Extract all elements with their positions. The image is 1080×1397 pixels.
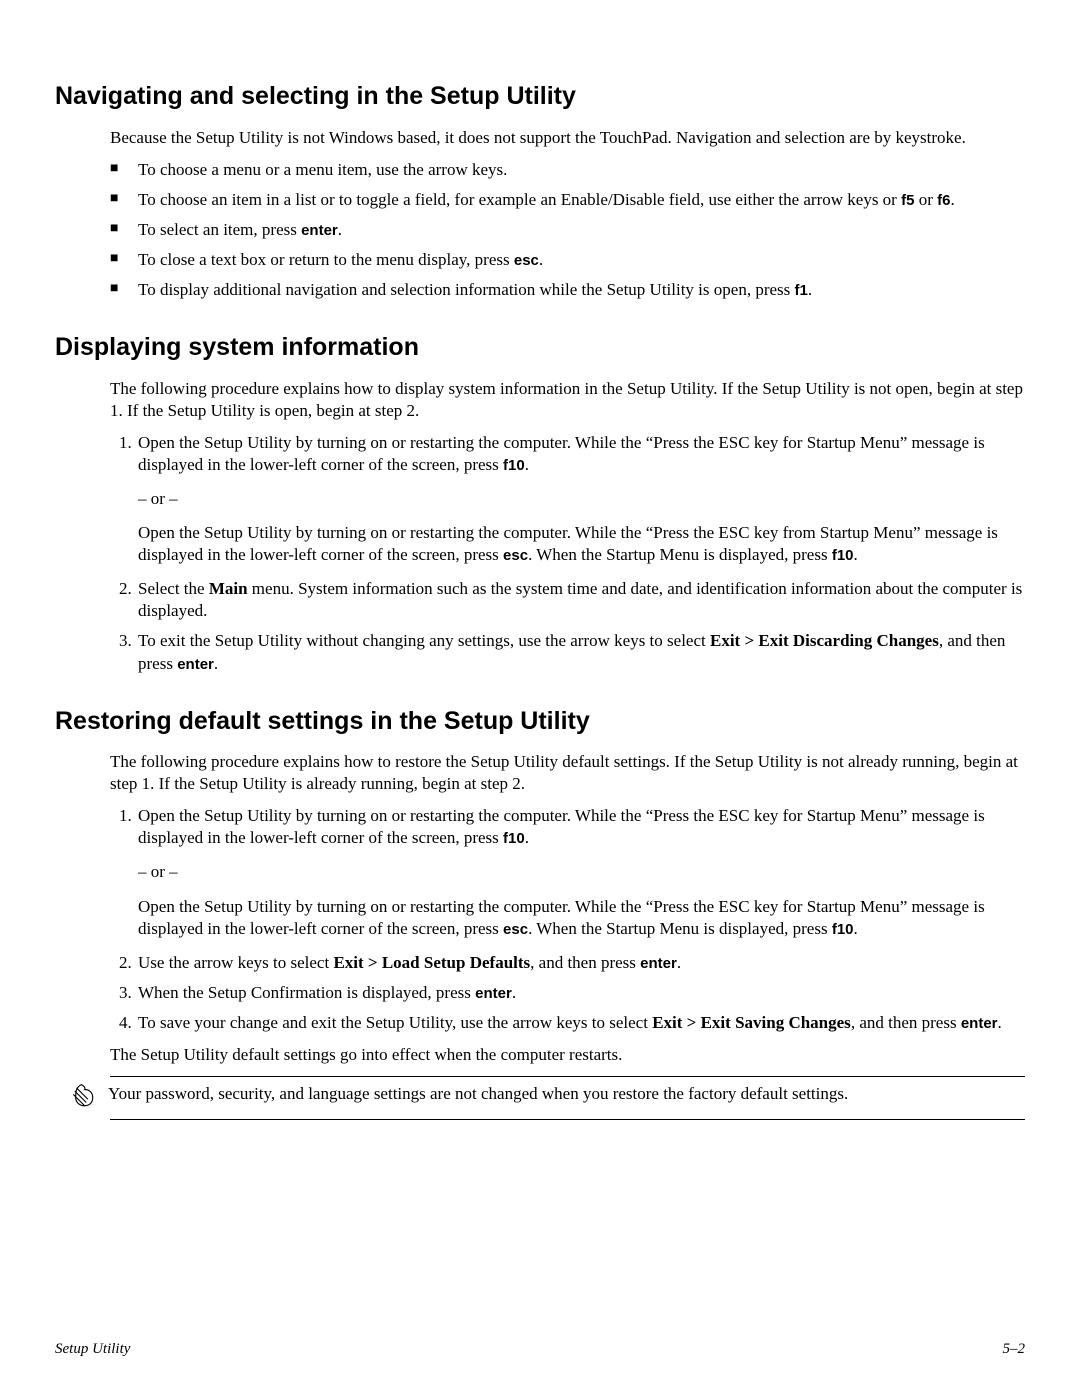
list-item: To display additional navigation and sel… (110, 279, 1025, 301)
key-f6: f6 (937, 192, 950, 209)
key-f10: f10 (832, 547, 854, 564)
intro-paragraph: The following procedure explains how to … (110, 751, 1025, 795)
step-list: Open the Setup Utility by turning on or … (110, 805, 1025, 1034)
key-f10: f10 (503, 457, 525, 474)
text: . (854, 919, 858, 938)
note-text: Your password, security, and language se… (108, 1081, 1025, 1107)
heading-restoring-defaults: Restoring default settings in the Setup … (55, 705, 1025, 738)
list-item: To select an item, press enter. (110, 219, 1025, 241)
note-icon (70, 1081, 98, 1115)
text: Open the Setup Utility by turning on or … (138, 806, 985, 847)
footer-left: Setup Utility (55, 1340, 130, 1360)
step-item: Use the arrow keys to select Exit > Load… (136, 952, 1025, 974)
text: Select the (138, 579, 209, 598)
heading-navigating: Navigating and selecting in the Setup Ut… (55, 80, 1025, 113)
text: . (539, 250, 543, 269)
text: . (338, 220, 342, 239)
menu-load-defaults: Exit > Load Setup Defaults (333, 953, 530, 972)
key-enter: enter (640, 955, 677, 972)
text: . When the Startup Menu is displayed, pr… (528, 545, 832, 564)
text: To select an item, press (138, 220, 301, 239)
or-separator: – or – (138, 861, 1025, 883)
rule (110, 1119, 1025, 1120)
key-esc: esc (503, 547, 528, 564)
list-item: To choose a menu or a menu item, use the… (110, 159, 1025, 181)
bullet-list: To choose a menu or a menu item, use the… (110, 159, 1025, 301)
key-enter: enter (301, 222, 338, 239)
step-item: Open the Setup Utility by turning on or … (136, 432, 1025, 566)
text: . (525, 828, 529, 847)
text: , and then press (530, 953, 640, 972)
text: . (525, 455, 529, 474)
text: To display additional navigation and sel… (138, 280, 795, 299)
text: menu. System information such as the sys… (138, 579, 1022, 620)
text: , and then press (851, 1013, 961, 1032)
list-item: To close a text box or return to the men… (110, 249, 1025, 271)
text: . (998, 1013, 1002, 1032)
menu-exit-discarding: Exit > Exit Discarding Changes (710, 631, 939, 650)
text: To choose a menu or a menu item, use the… (138, 160, 507, 179)
step-list: Open the Setup Utility by turning on or … (110, 432, 1025, 675)
text: When the Setup Confirmation is displayed… (138, 983, 475, 1002)
key-f10: f10 (832, 921, 854, 938)
key-f1: f1 (795, 282, 808, 299)
menu-main: Main (209, 579, 248, 598)
text: Use the arrow keys to select (138, 953, 333, 972)
text: To exit the Setup Utility without changi… (138, 631, 710, 650)
alt-paragraph: Open the Setup Utility by turning on or … (138, 522, 1025, 566)
note-block: Your password, security, and language se… (70, 1076, 1025, 1120)
menu-exit-saving: Exit > Exit Saving Changes (652, 1013, 851, 1032)
step-item: To save your change and exit the Setup U… (136, 1012, 1025, 1034)
key-esc: esc (514, 252, 539, 269)
text: . (854, 545, 858, 564)
text: . When the Startup Menu is displayed, pr… (528, 919, 832, 938)
text: or (914, 190, 937, 209)
key-f5: f5 (901, 192, 914, 209)
page-footer: Setup Utility 5–2 (55, 1340, 1025, 1360)
intro-paragraph: The following procedure explains how to … (110, 378, 1025, 422)
text: To choose an item in a list or to toggle… (138, 190, 901, 209)
list-item: To choose an item in a list or to toggle… (110, 189, 1025, 211)
closing-paragraph: The Setup Utility default settings go in… (110, 1044, 1025, 1066)
step-item: To exit the Setup Utility without changi… (136, 630, 1025, 674)
key-enter: enter (475, 985, 512, 1002)
step-item: When the Setup Confirmation is displayed… (136, 982, 1025, 1004)
alt-paragraph: Open the Setup Utility by turning on or … (138, 896, 1025, 940)
text: Open the Setup Utility by turning on or … (138, 433, 985, 474)
text: To save your change and exit the Setup U… (138, 1013, 652, 1032)
text: . (677, 953, 681, 972)
key-esc: esc (503, 921, 528, 938)
key-enter: enter (177, 656, 214, 673)
footer-right: 5–2 (1003, 1340, 1026, 1360)
text: . (808, 280, 812, 299)
step-item: Select the Main menu. System information… (136, 578, 1025, 622)
text: To close a text box or return to the men… (138, 250, 514, 269)
text: . (950, 190, 954, 209)
intro-paragraph: Because the Setup Utility is not Windows… (110, 127, 1025, 149)
text: . (214, 654, 218, 673)
or-separator: – or – (138, 488, 1025, 510)
text: . (512, 983, 516, 1002)
key-f10: f10 (503, 830, 525, 847)
heading-displaying-system-info: Displaying system information (55, 331, 1025, 364)
key-enter: enter (961, 1015, 998, 1032)
step-item: Open the Setup Utility by turning on or … (136, 805, 1025, 939)
